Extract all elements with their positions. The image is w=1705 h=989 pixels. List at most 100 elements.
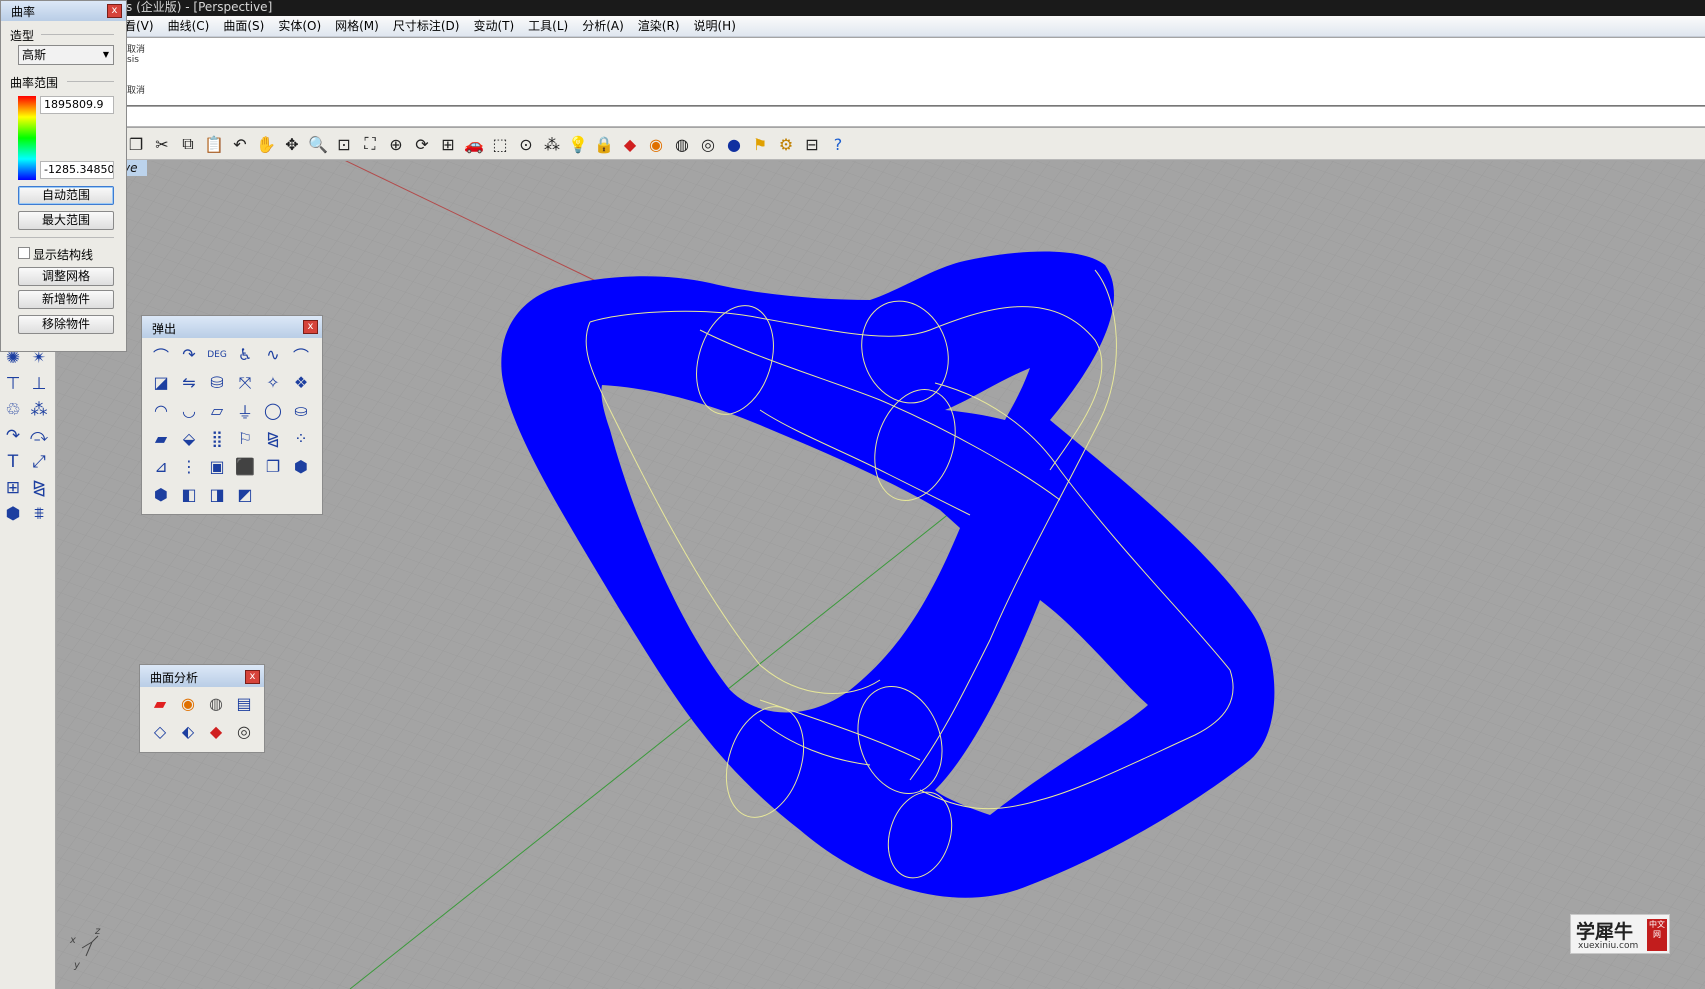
- wireframe-sphere-icon[interactable]: ◍: [669, 132, 695, 156]
- chamfer-icon[interactable]: ⤼: [27, 424, 51, 448]
- solid-cube-icon[interactable]: ⬢: [147, 481, 175, 508]
- show-structure-checkbox[interactable]: [18, 247, 30, 259]
- menu-analyze[interactable]: 分析(A): [582, 18, 624, 34]
- dimension-icon[interactable]: ⩨: [27, 502, 51, 526]
- remove-object-button[interactable]: 移除物件: [18, 315, 114, 334]
- walk-icon[interactable]: ♿: [231, 341, 259, 368]
- scale-icon[interactable]: ⤢: [27, 450, 51, 474]
- menu-view[interactable]: 看(V): [124, 18, 154, 34]
- revolve-icon[interactable]: ◠: [147, 397, 175, 424]
- blend-surface-icon[interactable]: ❖: [287, 369, 315, 396]
- trim-icon[interactable]: ⊤: [1, 372, 25, 396]
- column-icon[interactable]: ⋮: [175, 453, 203, 480]
- curve-fillet-icon[interactable]: ⌒: [287, 341, 315, 368]
- max-value-field[interactable]: 1895809.9: [40, 96, 114, 114]
- zebra-icon[interactable]: ▤: [230, 690, 258, 717]
- menu-curve[interactable]: 曲线(C): [168, 18, 210, 34]
- solid-box-icon[interactable]: ⬛: [231, 453, 259, 480]
- box-surface-icon[interactable]: ⬙: [175, 425, 203, 452]
- cube-icon[interactable]: ⬢: [287, 453, 315, 480]
- lock-icon[interactable]: 🔒: [591, 132, 617, 156]
- cut-icon[interactable]: ✂: [149, 132, 175, 156]
- rotate-view-icon[interactable]: ⟳: [409, 132, 435, 156]
- emap-red-icon[interactable]: ◆: [202, 718, 230, 745]
- layers-icon[interactable]: ◆: [617, 132, 643, 156]
- point-cloud-icon[interactable]: ⁘: [287, 425, 315, 452]
- style-dropdown[interactable]: 高斯 ▼: [18, 45, 114, 65]
- options-icon[interactable]: ⊟: [799, 132, 825, 156]
- boolean-icon[interactable]: ♲: [1, 398, 25, 422]
- group-icon[interactable]: ⁂: [27, 398, 51, 422]
- network-icon[interactable]: ✧: [259, 369, 287, 396]
- shaded-grid-sphere-icon[interactable]: ◎: [695, 132, 721, 156]
- close-icon[interactable]: x: [107, 4, 122, 18]
- surface-patch-icon[interactable]: ◪: [147, 369, 175, 396]
- environment-map-icon[interactable]: ◍: [202, 690, 230, 717]
- frame-icon[interactable]: ▣: [203, 453, 231, 480]
- gear-icon[interactable]: ⚙: [773, 132, 799, 156]
- curve-arc-icon[interactable]: ⌒: [147, 341, 175, 368]
- popup-toolbar-header[interactable]: 弹出 x: [142, 316, 322, 338]
- cube-copy-icon[interactable]: ❐: [259, 453, 287, 480]
- move-view-icon[interactable]: ✥: [279, 132, 305, 156]
- zoom-icon[interactable]: 🔍: [305, 132, 331, 156]
- car-icon[interactable]: 🚗: [461, 132, 487, 156]
- thickness-icon[interactable]: ◎: [230, 718, 258, 745]
- menu-surface[interactable]: 曲面(S): [223, 18, 264, 34]
- menu-dimension[interactable]: 尺寸标注(D): [393, 18, 460, 34]
- flag-icon[interactable]: ⚑: [747, 132, 773, 156]
- max-range-button[interactable]: 最大范围: [18, 211, 114, 230]
- zoom-extents-icon[interactable]: ⛶: [357, 132, 383, 156]
- point-grid-icon[interactable]: ⣿: [203, 425, 231, 452]
- curve-blend-icon[interactable]: ↷: [175, 341, 203, 368]
- rail-revolve-icon[interactable]: ◡: [175, 397, 203, 424]
- menu-solid[interactable]: 实体(O): [278, 18, 321, 34]
- min-value-field[interactable]: -1285.3485063: [40, 161, 114, 179]
- four-views-icon[interactable]: ⊞: [435, 132, 461, 156]
- close-icon[interactable]: x: [303, 320, 318, 334]
- tube-icon[interactable]: ⛀: [287, 397, 315, 424]
- menu-transform[interactable]: 变动(T): [473, 18, 514, 34]
- menu-mesh[interactable]: 网格(M): [335, 18, 379, 34]
- loft-icon[interactable]: ⤧: [231, 369, 259, 396]
- light-bulb-icon[interactable]: 💡: [565, 132, 591, 156]
- select-points-icon[interactable]: ⁂: [539, 132, 565, 156]
- render-sphere-icon[interactable]: ●: [721, 132, 747, 156]
- perspective-viewport[interactable]: [57, 161, 1705, 989]
- sweep-icon[interactable]: ⇋: [175, 369, 203, 396]
- close-icon[interactable]: x: [245, 670, 260, 684]
- auto-range-button[interactable]: 自动范围: [18, 186, 114, 205]
- zoom-window-icon[interactable]: ⊡: [331, 132, 357, 156]
- text-icon[interactable]: T: [1, 450, 25, 474]
- flag-surface-icon[interactable]: ⚐: [231, 425, 259, 452]
- grid-plane-icon[interactable]: ⬚: [487, 132, 513, 156]
- menu-render[interactable]: 渲染(R): [638, 18, 680, 34]
- mirror-surface-icon[interactable]: ⧎: [259, 425, 287, 452]
- extrude-face-icon[interactable]: ◨: [203, 481, 231, 508]
- shell-icon[interactable]: ◩: [231, 481, 259, 508]
- copy-icon[interactable]: ⧉: [175, 132, 201, 156]
- mirror-icon[interactable]: ⧎: [27, 476, 51, 500]
- plane-surface-icon[interactable]: ▰: [147, 425, 175, 452]
- curve-icon[interactable]: ∿: [259, 341, 287, 368]
- cylinder-icon[interactable]: ⛁: [203, 369, 231, 396]
- curvature-analysis-icon[interactable]: ▰: [146, 690, 174, 717]
- menu-tools[interactable]: 工具(L): [528, 18, 568, 34]
- array-icon[interactable]: ⊞: [1, 476, 25, 500]
- box-icon[interactable]: ⬢: [1, 502, 25, 526]
- pan-hand-icon[interactable]: ✋: [253, 132, 279, 156]
- points-analysis-icon[interactable]: ⬖: [174, 718, 202, 745]
- surface-analysis-header[interactable]: 曲面分析 x: [140, 665, 264, 687]
- fillet-icon[interactable]: ↷: [1, 424, 25, 448]
- adjust-mesh-button[interactable]: 调整网格: [18, 267, 114, 286]
- panel-header[interactable]: 曲率 x: [1, 1, 126, 21]
- add-object-button[interactable]: 新增物件: [18, 290, 114, 309]
- undo-icon[interactable]: ↶: [227, 132, 253, 156]
- funnel-icon[interactable]: ⏚: [231, 397, 259, 424]
- paste-icon[interactable]: 📋: [201, 132, 227, 156]
- plane-icon[interactable]: ▱: [203, 397, 231, 424]
- zoom-selected-icon[interactable]: ⊕: [383, 132, 409, 156]
- draft-angle-icon[interactable]: ◉: [174, 690, 202, 717]
- menu-help[interactable]: 说明(H): [694, 18, 736, 34]
- help-icon[interactable]: ?: [825, 132, 851, 156]
